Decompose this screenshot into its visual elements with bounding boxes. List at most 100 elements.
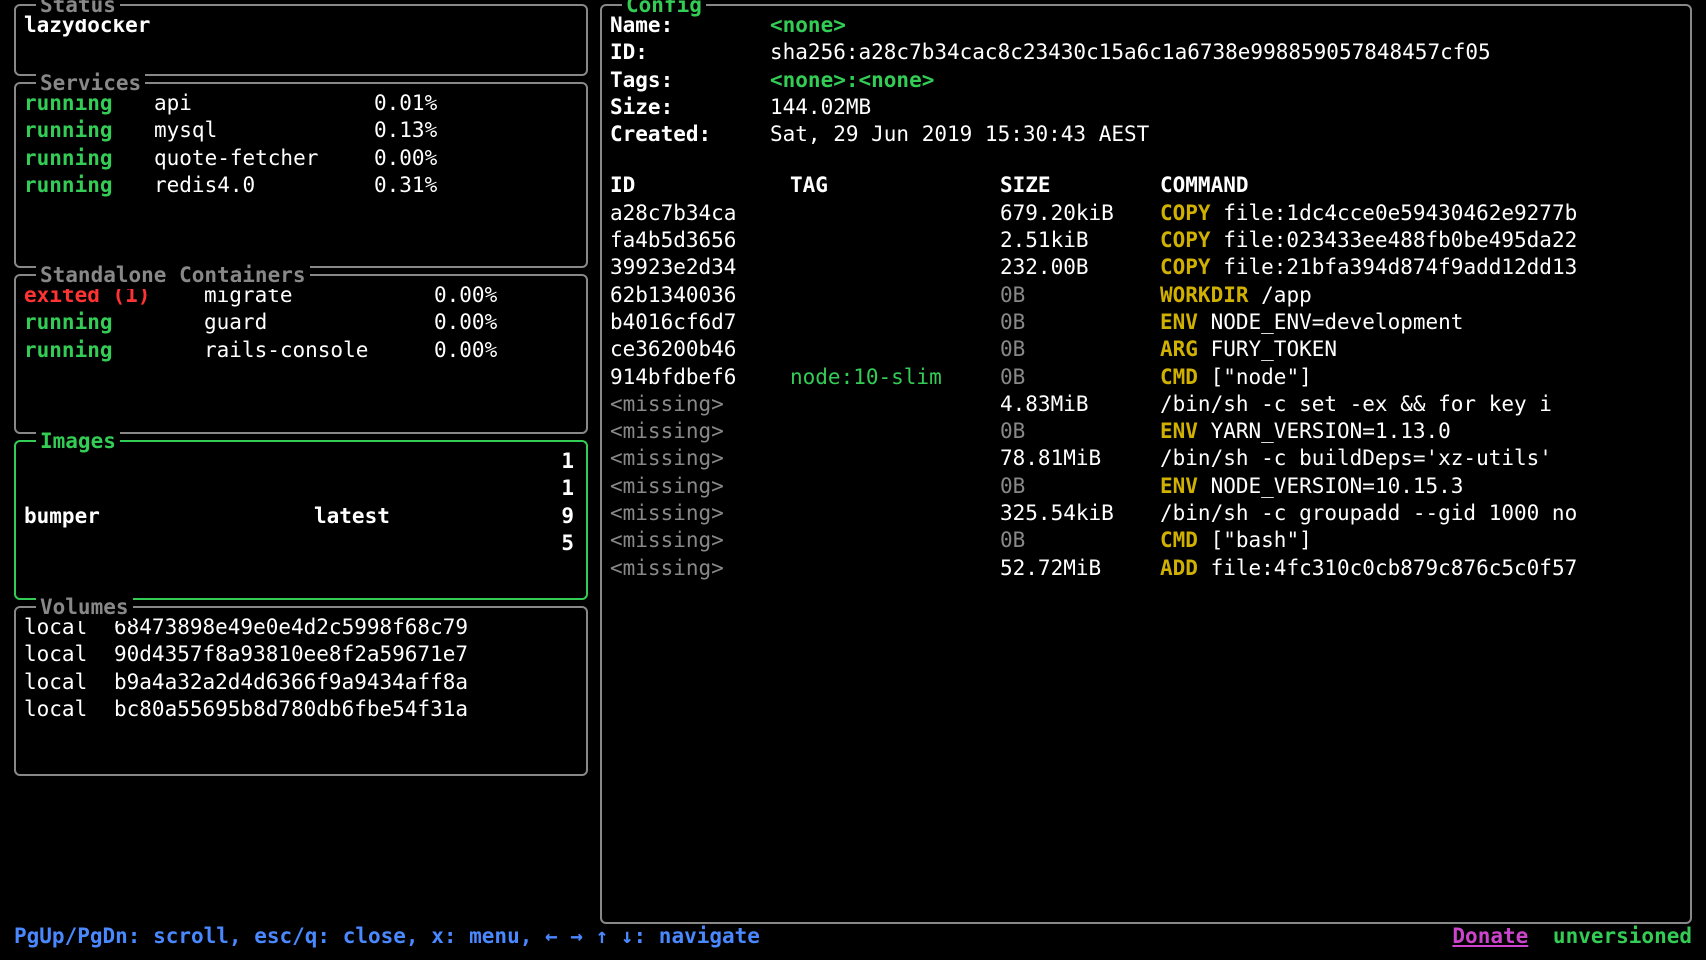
service-pct: 0.13% — [374, 117, 454, 144]
layer-tag — [790, 282, 1000, 309]
service-row[interactable]: runningquote-fetcher0.00% — [24, 145, 578, 172]
config-panel[interactable]: Config Name:<none>ID:sha256:a28c7b34cac8… — [600, 4, 1692, 924]
layer-row[interactable]: ce36200b460BARG FURY_TOKEN — [610, 336, 1682, 363]
layer-id: <missing> — [610, 473, 790, 500]
layer-cmd: ARG FURY_TOKEN — [1160, 336, 1682, 363]
layer-tag — [790, 500, 1000, 527]
layer-cmd: CMD ["node"] — [1160, 364, 1682, 391]
layer-cmd: COPY file:21bfa394d874f9add12dd13 — [1160, 254, 1682, 281]
image-name — [24, 475, 314, 502]
config-value: <none> — [770, 12, 846, 39]
layer-row[interactable]: <missing>325.54kiB/bin/sh -c groupadd --… — [610, 500, 1682, 527]
layer-cmd: ADD file:4fc310c0cb879c876c5c0f57 — [1160, 555, 1682, 582]
volume-driver: local — [24, 641, 114, 668]
image-row[interactable]: bumperlatest9 — [24, 503, 578, 530]
layer-tag — [790, 473, 1000, 500]
layers-col-id: ID — [610, 172, 790, 199]
image-row[interactable]: 1 — [24, 475, 578, 502]
container-name: guard — [204, 309, 434, 336]
layer-id: <missing> — [610, 527, 790, 554]
config-key: Tags: — [610, 67, 770, 94]
config-kv-row: Name:<none> — [610, 12, 1682, 39]
layer-id: fa4b5d3656 — [610, 227, 790, 254]
volume-row[interactable]: localb9a4a32a2d4d6366f9a9434aff8a — [24, 669, 578, 696]
standalone-panel[interactable]: Standalone Containers exited (1)migrate0… — [14, 274, 588, 434]
layer-tag — [790, 418, 1000, 445]
layer-id: <missing> — [610, 445, 790, 472]
layer-tag — [790, 555, 1000, 582]
container-row[interactable]: runningguard0.00% — [24, 309, 578, 336]
layer-size: 0B — [1000, 473, 1160, 500]
layer-row[interactable]: fa4b5d3656 2.51kiBCOPY file:023433ee488fb… — [610, 227, 1682, 254]
layer-size: 78.81MiB — [1000, 445, 1160, 472]
layer-row[interactable]: b4016cf6d7 0BENV NODE_ENV=development — [610, 309, 1682, 336]
layer-cmd: COPY file:023433ee488fb0be495da22 — [1160, 227, 1682, 254]
layer-row[interactable]: <missing>0BCMD ["bash"] — [610, 527, 1682, 554]
layer-size: 0B — [1000, 309, 1160, 336]
layer-row[interactable]: <missing>52.72MiBADD file:4fc310c0cb879c… — [610, 555, 1682, 582]
layer-id: <missing> — [610, 500, 790, 527]
volumes-panel[interactable]: Volumes local68473898e49e0e4d2c5998f68c7… — [14, 606, 588, 776]
volumes-title: Volumes — [36, 594, 133, 621]
images-title: Images — [36, 428, 120, 455]
layer-size: 0B — [1000, 336, 1160, 363]
service-row[interactable]: runningmysql0.13% — [24, 117, 578, 144]
service-row[interactable]: runningredis4.00.31% — [24, 172, 578, 199]
layer-row[interactable]: 914bfdbef6node:10-slim0BCMD ["node"] — [610, 364, 1682, 391]
layer-id: 62b1340036 — [610, 282, 790, 309]
layer-row[interactable]: <missing> 0BENV YARN_VERSION=1.13.0 — [610, 418, 1682, 445]
volume-row[interactable]: localbc80a55695b8d780db6fbe54f31a — [24, 696, 578, 723]
layer-size: 0B — [1000, 418, 1160, 445]
services-title: Services — [36, 70, 145, 97]
config-value: sha256:a28c7b34cac8c23430c15a6c1a6738e99… — [770, 39, 1491, 66]
services-panel[interactable]: Services runningapi0.01%runningmysql0.13… — [14, 82, 588, 268]
standalone-title: Standalone Containers — [36, 262, 310, 289]
layer-size: 679.20kiB — [1000, 200, 1160, 227]
layer-size: 2.51kiB — [1000, 227, 1160, 254]
layer-cmd: ENV YARN_VERSION=1.13.0 — [1160, 418, 1682, 445]
status-panel[interactable]: Status lazydocker — [14, 4, 588, 76]
layer-tag — [790, 227, 1000, 254]
image-count: 5 — [544, 530, 574, 557]
image-row[interactable]: 5 — [24, 530, 578, 557]
layer-row[interactable]: 39923e2d34232.00BCOPY file:21bfa394d874f… — [610, 254, 1682, 281]
layer-cmd: WORKDIR /app — [1160, 282, 1682, 309]
config-kv-row: Tags:<none>:<none> — [610, 67, 1682, 94]
image-tag — [314, 475, 544, 502]
image-name: bumper — [24, 503, 314, 530]
layer-row[interactable]: a28c7b34ca679.20kiBCOPY file:1dc4cce0e59… — [610, 200, 1682, 227]
layer-row[interactable]: <missing> 78.81MiB/bin/sh -c buildDeps='x… — [610, 445, 1682, 472]
layer-id: b4016cf6d7 — [610, 309, 790, 336]
image-tag — [314, 448, 544, 475]
container-pct: 0.00% — [434, 282, 514, 309]
service-name: quote-fetcher — [154, 145, 374, 172]
volume-row[interactable]: local90d4357f8a93810ee8f2a59671e7 — [24, 641, 578, 668]
config-key: Created: — [610, 121, 770, 148]
layer-row[interactable]: <missing>4.83MiB/bin/sh -c set -ex && fo… — [610, 391, 1682, 418]
layer-cmd: ENV NODE_ENV=development — [1160, 309, 1682, 336]
volume-driver: local — [24, 669, 114, 696]
layer-size: 0B — [1000, 527, 1160, 554]
container-row[interactable]: runningrails-console0.00% — [24, 337, 578, 364]
layer-row[interactable]: 62b13400360BWORKDIR /app — [610, 282, 1682, 309]
image-count: 1 — [544, 475, 574, 502]
layer-cmd: /bin/sh -c buildDeps='xz-utils' — [1160, 445, 1682, 472]
container-pct: 0.00% — [434, 309, 514, 336]
layer-row[interactable]: <missing>0BENV NODE_VERSION=10.15.3 — [610, 473, 1682, 500]
layers-col-cmd: COMMAND — [1160, 172, 1682, 199]
config-kv-row: ID:sha256:a28c7b34cac8c23430c15a6c1a6738… — [610, 39, 1682, 66]
service-name: api — [154, 90, 374, 117]
image-name — [24, 530, 314, 557]
donate-link[interactable]: Donate — [1452, 924, 1528, 948]
layer-id: <missing> — [610, 555, 790, 582]
layer-id: <missing> — [610, 418, 790, 445]
layer-id: 914bfdbef6 — [610, 364, 790, 391]
layer-id: <missing> — [610, 391, 790, 418]
image-tag — [314, 530, 544, 557]
config-kv-row: Size:144.02MB — [610, 94, 1682, 121]
image-count: 9 — [544, 503, 574, 530]
service-state: running — [24, 172, 154, 199]
images-panel[interactable]: Images 11bumperlatest95 — [14, 440, 588, 600]
layer-size: 4.83MiB — [1000, 391, 1160, 418]
service-name: redis4.0 — [154, 172, 374, 199]
